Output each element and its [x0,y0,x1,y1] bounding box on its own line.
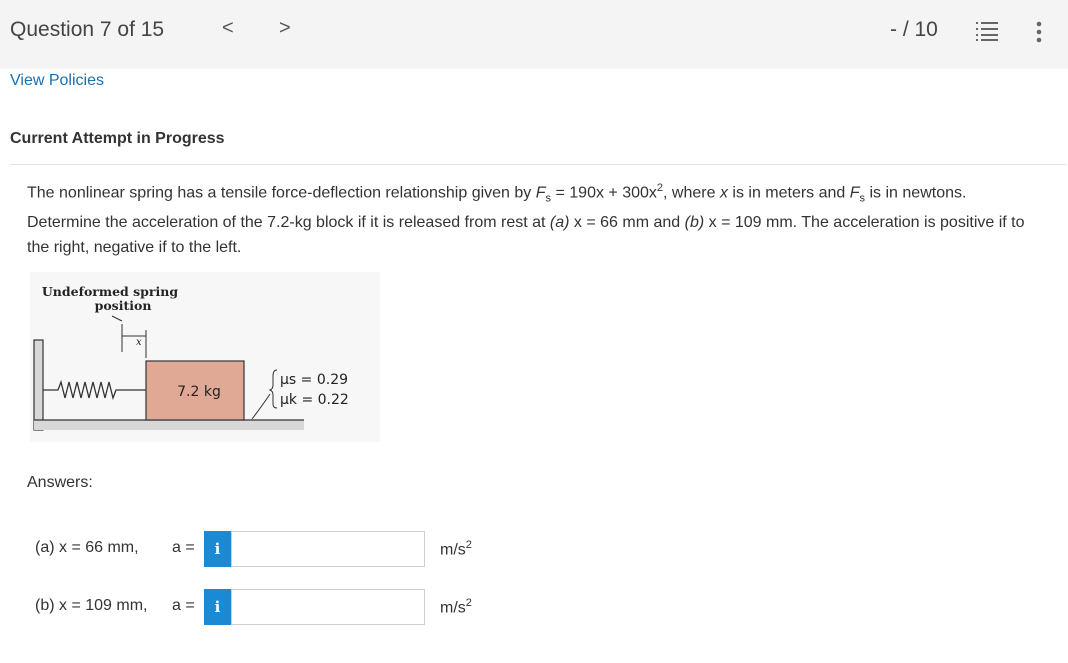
previous-question-button[interactable]: < [222,17,234,40]
static-friction-coefficient: μs = 0.29 [280,372,348,388]
answer-b-variable: a = [172,597,195,614]
problem-statement: The nonlinear spring has a tensile force… [27,182,1025,256]
question-title: Question 7 of 15 [10,18,165,41]
answer-row-a: (a) x = 66 mm, a = i m/s2 [35,531,595,567]
score-display: - / 10 [890,18,938,41]
answer-b-unit: m/s2 [440,597,472,617]
answer-a-variable: a = [172,539,195,556]
attempt-heading: Current Attempt in Progress [10,130,225,147]
floor [34,420,304,430]
question-list-icon[interactable] [975,20,999,42]
divider [10,164,1066,165]
next-question-button[interactable]: > [279,17,291,40]
spring-block-figure: Undeformed spring position x 7.2 kg μs =… [30,272,380,442]
answer-a-info-button[interactable]: i [204,531,231,567]
top-bar: Question 7 of 15 < > - / 10 [0,0,1068,69]
answer-row-b: (b) x = 109 mm, a = i m/s2 [35,589,595,625]
view-policies-link[interactable]: View Policies [10,72,104,90]
answer-b-input[interactable] [231,589,425,625]
answers-heading: Answers: [27,474,93,491]
kinetic-friction-coefficient: μk = 0.22 [280,392,349,408]
answer-a-label: (a) x = 66 mm, [35,539,139,556]
caption-line-2: position [95,298,152,313]
x-dimension-label: x [136,337,142,348]
answer-b-label: (b) x = 109 mm, [35,597,148,614]
more-vertical-icon[interactable] [1033,20,1045,44]
answer-a-unit: m/s2 [440,539,472,559]
caption-line-1: Undeformed spring [42,284,178,299]
answer-a-input[interactable] [231,531,425,567]
answer-b-info-button[interactable]: i [204,589,231,625]
block-mass-label: 7.2 kg [177,384,221,400]
wall [33,339,44,431]
